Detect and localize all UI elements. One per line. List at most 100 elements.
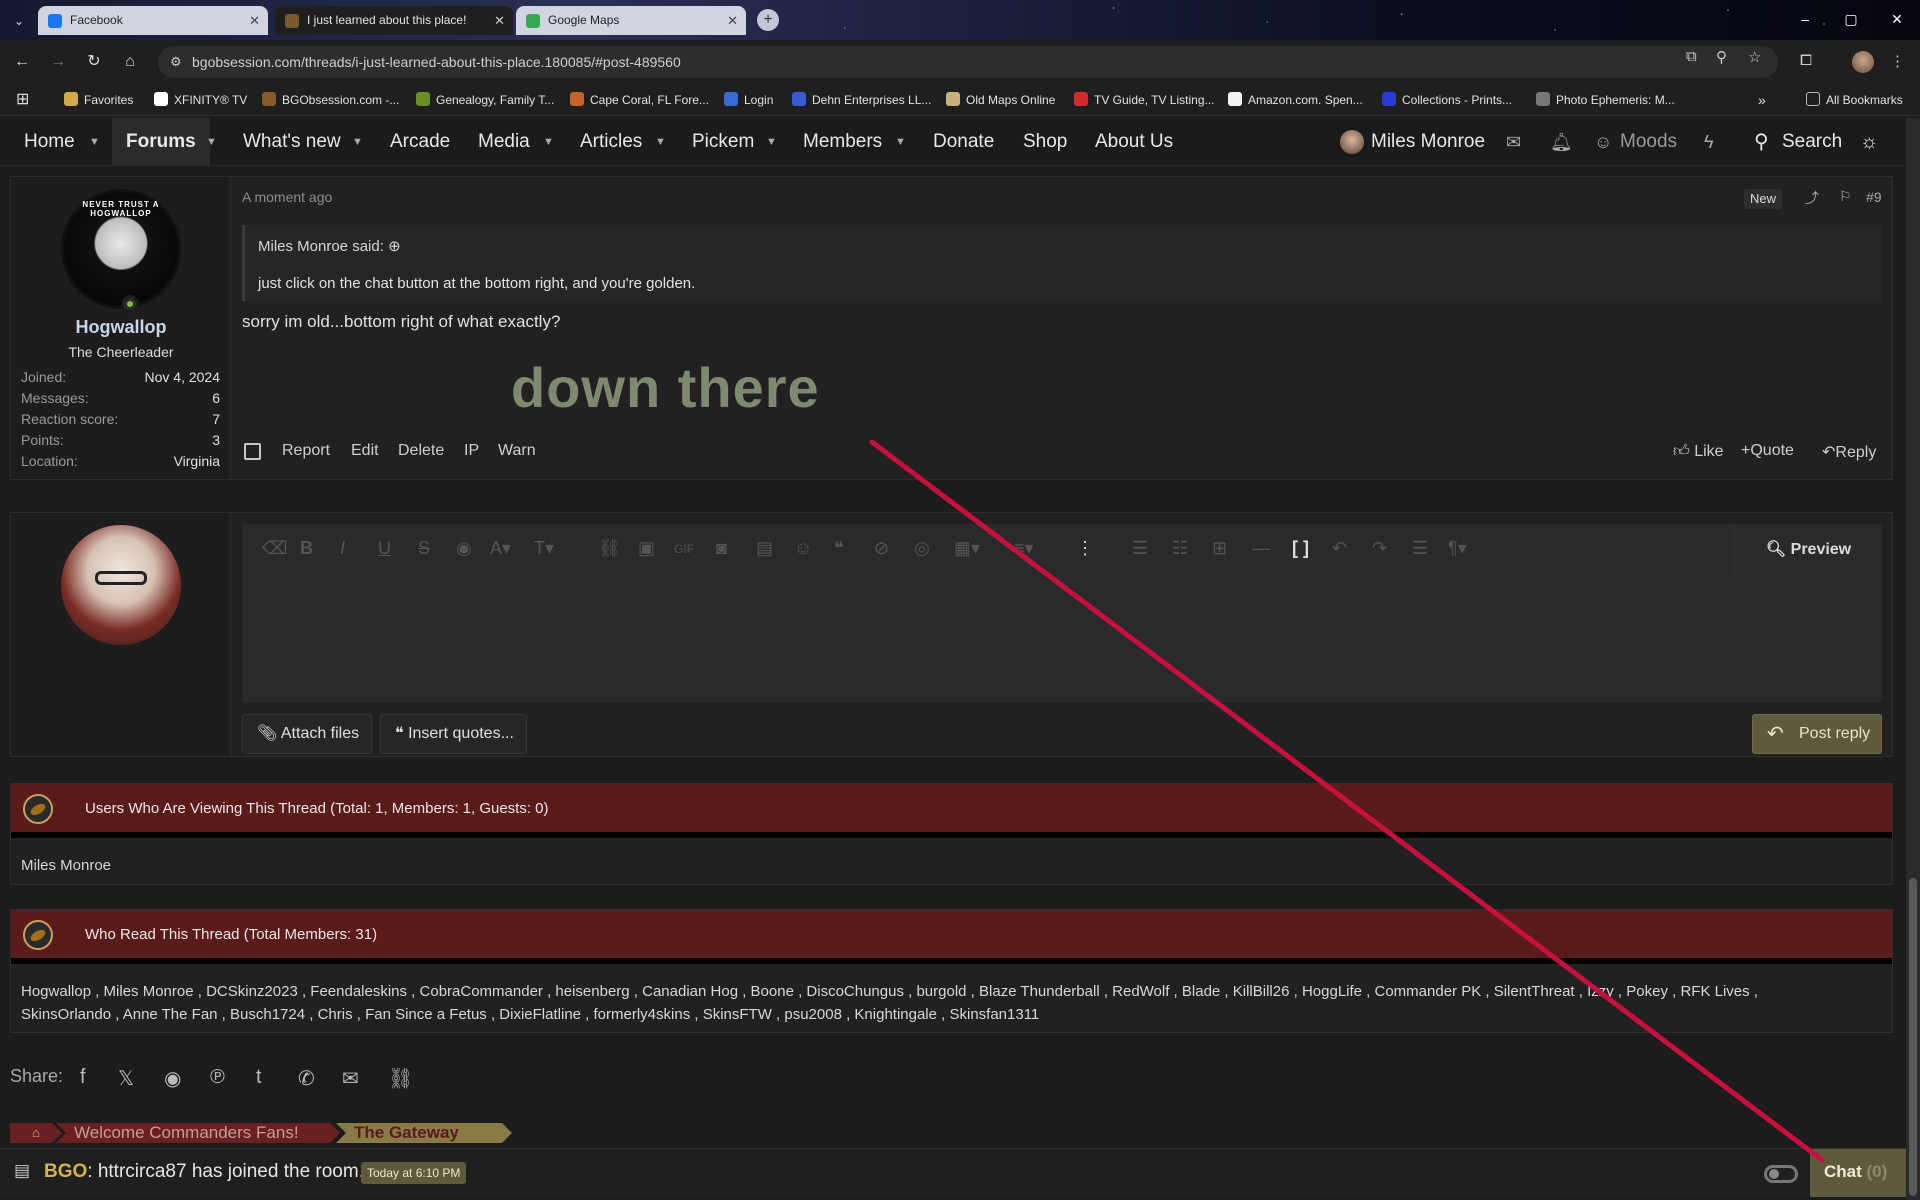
- warn-link[interactable]: Warn: [498, 442, 536, 460]
- read-users-line[interactable]: SkinsOrlando , Anne The Fan , Busch1724 …: [21, 1003, 1758, 1026]
- all-bookmarks[interactable]: All Bookmarks: [1806, 84, 1903, 116]
- new-tab-button[interactable]: +: [757, 9, 779, 31]
- attach-files-button[interactable]: 📎︎ Attach files: [242, 714, 373, 754]
- paragraph-icon[interactable]: ¶▾: [1448, 538, 1467, 559]
- minimize-icon[interactable]: –: [1782, 0, 1828, 40]
- breadcrumb-welcome[interactable]: Welcome Commanders Fans!: [56, 1123, 340, 1143]
- search-icon[interactable]: ⚲: [1754, 118, 1769, 166]
- edit-link[interactable]: Edit: [351, 442, 379, 460]
- undo-icon[interactable]: ↶: [1332, 538, 1347, 559]
- preview-button[interactable]: 🔍︎ Preview: [1734, 524, 1882, 576]
- like-button[interactable]: 👍︎ Like: [1673, 442, 1724, 461]
- page-scrollbar[interactable]: [1906, 118, 1920, 1200]
- post-reply-button[interactable]: ↶ Post reply: [1752, 714, 1882, 754]
- scrollbar-thumb[interactable]: [1909, 878, 1917, 1196]
- template-icon[interactable]: ▦▾: [954, 538, 980, 559]
- bold-icon[interactable]: B: [300, 538, 313, 559]
- unordered-list-icon[interactable]: ☷: [1172, 538, 1188, 559]
- tab-facebook[interactable]: Facebook ✕: [38, 6, 268, 35]
- email-share-icon[interactable]: ✉: [342, 1066, 359, 1091]
- underline-icon[interactable]: U: [378, 538, 391, 559]
- mood-icon[interactable]: ☺: [1594, 118, 1612, 166]
- close-window-icon[interactable]: ✕: [1874, 0, 1920, 40]
- extensions-icon[interactable]: ⧠: [1800, 52, 1812, 69]
- nav-members[interactable]: Members: [803, 118, 882, 166]
- gallery-icon[interactable]: ▤: [756, 538, 773, 559]
- select-checkbox[interactable]: [244, 443, 261, 460]
- read-users-line[interactable]: Hogwallop , Miles Monroe , DCSkinz2023 ,…: [21, 980, 1758, 1003]
- x-share-icon[interactable]: 𝕏: [118, 1066, 134, 1091]
- redo-icon[interactable]: ↷: [1372, 538, 1387, 559]
- apps-icon[interactable]: ⊞: [16, 84, 29, 116]
- maximize-icon[interactable]: ▢: [1828, 0, 1874, 40]
- tab-thread[interactable]: I just learned about this place! ✕: [275, 6, 513, 35]
- reply-textarea[interactable]: [242, 576, 1882, 702]
- nav-pickem[interactable]: Pickem: [692, 118, 754, 166]
- link-share-icon[interactable]: ⛓: [388, 1066, 413, 1091]
- breadcrumb-gateway[interactable]: The Gateway: [336, 1123, 512, 1143]
- nav-home[interactable]: Home: [24, 118, 75, 166]
- quote-jump-icon[interactable]: ⊕: [388, 238, 401, 255]
- smilie-icon[interactable]: ☺: [794, 538, 812, 559]
- nav-arcade[interactable]: Arcade: [390, 118, 450, 166]
- nav-forums[interactable]: Forums: [112, 118, 210, 166]
- nav-donate[interactable]: Donate: [933, 118, 994, 166]
- report-link[interactable]: Report: [282, 442, 330, 460]
- home-icon[interactable]: ⌂: [118, 51, 142, 75]
- nav-about-us[interactable]: About Us: [1095, 118, 1173, 166]
- bookmark-icon[interactable]: ⚐: [1839, 188, 1852, 205]
- chat-bubble-icon[interactable]: ▤: [14, 1161, 30, 1181]
- reddit-share-icon[interactable]: ◉: [164, 1066, 181, 1091]
- whatsapp-share-icon[interactable]: ✆: [298, 1066, 315, 1091]
- close-icon[interactable]: ✕: [494, 6, 505, 35]
- spoiler-icon[interactable]: ⊘: [874, 538, 889, 559]
- ip-link[interactable]: IP: [464, 442, 479, 460]
- forward-icon[interactable]: →: [46, 51, 70, 75]
- bell-icon[interactable]: 🔔︎: [1550, 118, 1573, 166]
- text-size-icon[interactable]: T▾: [534, 538, 554, 559]
- quote-author[interactable]: Miles Monroe said: ⊕: [258, 237, 401, 255]
- tab-search-icon[interactable]: ⌄: [6, 10, 32, 32]
- gif-icon[interactable]: GIF: [674, 542, 694, 556]
- quote-icon[interactable]: ❝: [834, 538, 844, 559]
- stat-value-location[interactable]: Virginia: [174, 453, 220, 469]
- style-toggle-icon[interactable]: ☼: [1860, 118, 1878, 166]
- viewing-users[interactable]: Miles Monroe: [21, 854, 111, 877]
- close-icon[interactable]: ✕: [249, 6, 260, 35]
- bbcode-toggle-icon[interactable]: [ ]: [1292, 538, 1309, 559]
- nav-moods[interactable]: Moods: [1620, 118, 1677, 166]
- more-bookmarks-icon[interactable]: »: [1758, 84, 1766, 116]
- pinterest-share-icon[interactable]: ℗: [210, 1066, 225, 1089]
- bookmark-collections[interactable]: Collections - Prints...: [1382, 84, 1512, 116]
- chevron-down-icon[interactable]: ▼: [352, 118, 363, 166]
- post-number[interactable]: #9: [1866, 189, 1882, 205]
- nav-user-name[interactable]: Miles Monroe: [1371, 118, 1485, 166]
- avatar[interactable]: [61, 525, 181, 645]
- delete-link[interactable]: Delete: [398, 442, 444, 460]
- inline-spoiler-icon[interactable]: ◎: [914, 538, 930, 559]
- nav-shop[interactable]: Shop: [1023, 118, 1067, 166]
- avatar[interactable]: NEVER TRUST A HOGWALLOP: [61, 189, 181, 309]
- chevron-down-icon[interactable]: ▼: [655, 118, 666, 166]
- camera-icon[interactable]: ◙: [716, 538, 727, 559]
- site-info-icon[interactable]: ⚙: [170, 54, 182, 70]
- tumblr-share-icon[interactable]: t: [256, 1066, 262, 1089]
- table-icon[interactable]: ⊞: [1212, 538, 1227, 559]
- reply-button[interactable]: ↶Reply: [1822, 442, 1876, 462]
- post-author-name[interactable]: Hogwallop: [11, 317, 231, 338]
- eraser-icon[interactable]: ⌫: [262, 538, 287, 559]
- hr-icon[interactable]: —: [1252, 538, 1270, 559]
- remove-format-icon[interactable]: ☰: [1412, 538, 1428, 559]
- post-time[interactable]: A moment ago: [242, 189, 332, 205]
- reload-icon[interactable]: ↻: [82, 51, 106, 75]
- bookmark-cape-coral[interactable]: Cape Coral, FL Fore...: [570, 84, 709, 116]
- chat-room-name[interactable]: BGO: [44, 1161, 87, 1182]
- font-icon[interactable]: A▾: [490, 538, 511, 559]
- bookmark-old-maps[interactable]: Old Maps Online: [946, 84, 1055, 116]
- bookmark-login[interactable]: Login: [724, 84, 773, 116]
- strike-icon[interactable]: S: [418, 538, 430, 559]
- image-icon[interactable]: ▣: [638, 538, 655, 559]
- color-icon[interactable]: ◉: [456, 538, 472, 559]
- inbox-icon[interactable]: ✉: [1506, 118, 1521, 166]
- nav-media[interactable]: Media: [478, 118, 530, 166]
